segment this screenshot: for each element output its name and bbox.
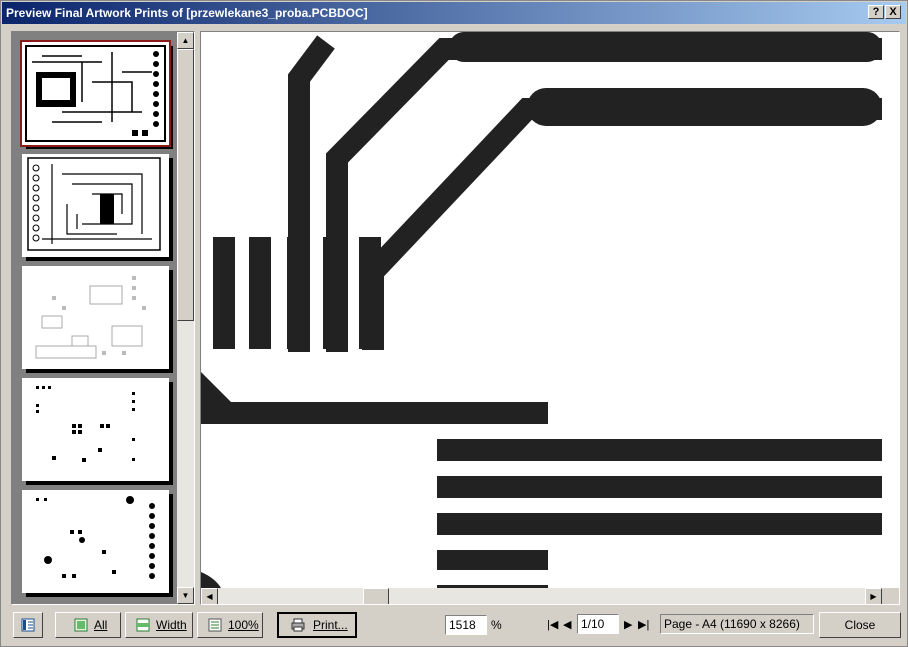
zoom-100-label: 100% [228,618,259,632]
thumbnail-artwork [36,386,135,462]
page-size-status: Page - A4 (11690 x 8266) [660,614,814,634]
zoom-unit: % [491,618,502,632]
scroll-down-icon[interactable]: ▼ [177,587,194,604]
scroll-up-icon[interactable]: ▲ [177,32,194,49]
thumbnail-artwork [27,157,161,251]
zoom-percent-input[interactable]: 1518 [445,615,487,635]
next-page-icon[interactable]: ▶ [624,618,632,632]
thumbnail-toggle-button[interactable] [13,612,43,638]
preview-pane: ▲ ▼ ◀ ▶ [200,31,900,605]
title-bar: Preview Final Artwork Prints of [przewle… [2,2,906,24]
print-button[interactable]: Print... [277,612,357,638]
artwork-canvas[interactable]: ▲ ▼ [201,32,882,588]
fit-all-button[interactable]: All [55,612,121,638]
close-window-button[interactable]: X [885,5,901,19]
scroll-corner [882,588,899,604]
prev-page-icon[interactable]: ◀ [563,618,571,632]
fit-width-label: Width [156,618,187,632]
print-label: Print... [313,618,348,632]
thumbnail-artwork [25,45,166,142]
zoom-100-icon [208,618,222,632]
first-page-icon[interactable]: |◀ [547,618,558,632]
page-thumbnail-1[interactable] [20,40,171,147]
fit-width-button[interactable]: Width [125,612,193,638]
page-number-input[interactable]: 1/10 [577,614,619,634]
thumbnail-panel-icon [21,618,35,632]
close-button[interactable]: Close [819,612,901,638]
help-button[interactable]: ? [868,5,884,19]
zoom-100-button[interactable]: 100% [197,612,263,638]
pcb-artwork-preview [201,32,882,588]
page-thumbnail-5[interactable] [22,490,169,593]
page-thumbnail-3[interactable] [22,266,169,369]
thumbnail-artwork [36,496,155,579]
preview-window: Preview Final Artwork Prints of [przewle… [0,0,908,647]
window-title: Preview Final Artwork Prints of [przewle… [6,6,368,20]
preview-horizontal-scrollbar[interactable]: ◀ ▶ [201,588,882,604]
printer-icon [291,618,305,632]
scroll-thumb[interactable] [363,588,389,604]
fit-all-label: All [94,618,108,632]
page-thumbnail-2[interactable] [22,154,169,257]
thumbnail-pane: ▲ ▼ [11,31,195,605]
scroll-thumb[interactable] [177,49,194,321]
page-thumbnail-4[interactable] [22,378,169,481]
thumbnail-artwork [35,276,146,359]
fit-all-icon [74,618,88,632]
scroll-left-icon[interactable]: ◀ [201,588,218,604]
last-page-icon[interactable]: ▶| [638,618,649,632]
thumbnail-scrollbar[interactable]: ▲ ▼ [177,32,194,604]
fit-width-icon [136,618,150,632]
bottom-toolbar: All Width 100% Print... 1518 % |◀ ◀ 1/10… [1,606,907,646]
scroll-right-icon[interactable]: ▶ [865,588,882,604]
